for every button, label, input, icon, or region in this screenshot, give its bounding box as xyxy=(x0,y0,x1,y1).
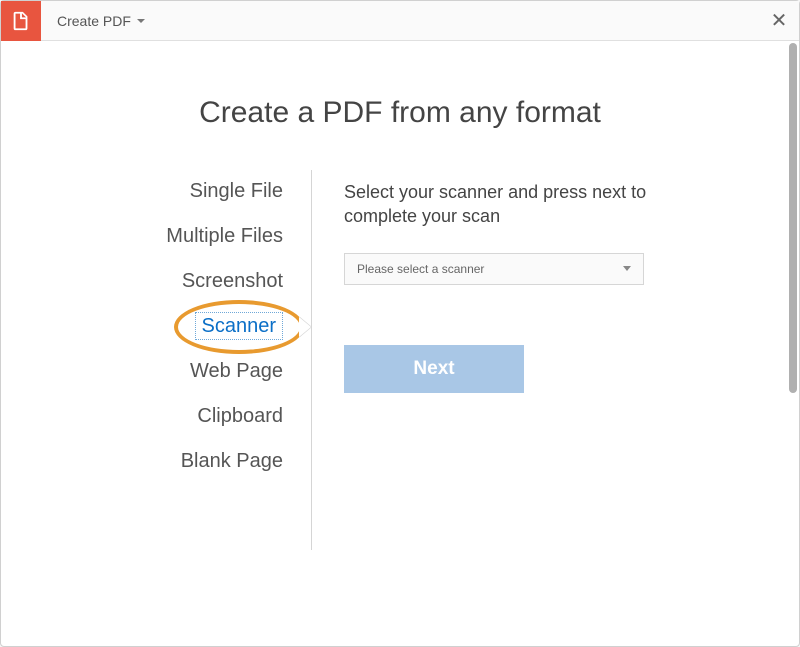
scanner-select[interactable]: Please select a scanner xyxy=(344,253,644,285)
option-blank-page[interactable]: Blank Page xyxy=(181,450,283,473)
option-scanner[interactable]: Scanner xyxy=(195,312,284,340)
scanner-select-placeholder: Please select a scanner xyxy=(357,262,484,276)
next-button[interactable]: Next xyxy=(344,345,524,393)
option-screenshot[interactable]: Screenshot xyxy=(182,270,283,293)
pdf-file-icon xyxy=(10,10,32,32)
create-pdf-dropdown[interactable]: Create PDF xyxy=(41,1,161,40)
option-web-page[interactable]: Web Page xyxy=(190,360,283,383)
scanner-panel: Select your scanner and press next to co… xyxy=(312,180,759,550)
option-scanner-wrap: Scanner xyxy=(195,315,284,338)
scrollbar[interactable] xyxy=(789,43,797,393)
app-icon xyxy=(1,1,41,41)
option-multiple-files[interactable]: Multiple Files xyxy=(166,225,283,248)
next-button-label: Next xyxy=(413,358,454,380)
chevron-down-icon xyxy=(137,19,145,23)
content-area: Create a PDF from any format Single File… xyxy=(1,41,799,646)
close-button[interactable]: ✕ xyxy=(759,1,799,41)
option-single-file[interactable]: Single File xyxy=(190,180,283,203)
dropdown-label: Create PDF xyxy=(57,13,131,29)
page-title: Create a PDF from any format xyxy=(1,96,799,130)
titlebar: Create PDF ✕ xyxy=(1,1,799,41)
instruction-text: Select your scanner and press next to co… xyxy=(344,180,674,229)
close-icon: ✕ xyxy=(771,8,788,33)
option-clipboard[interactable]: Clipboard xyxy=(197,405,283,428)
dialog-window: Create PDF ✕ Create a PDF from any forma… xyxy=(0,0,800,647)
body-area: Single File Multiple Files Screenshot Sc… xyxy=(1,180,799,550)
selection-pointer-icon xyxy=(299,317,311,337)
source-options-list: Single File Multiple Files Screenshot Sc… xyxy=(41,180,311,550)
chevron-down-icon xyxy=(623,266,631,271)
